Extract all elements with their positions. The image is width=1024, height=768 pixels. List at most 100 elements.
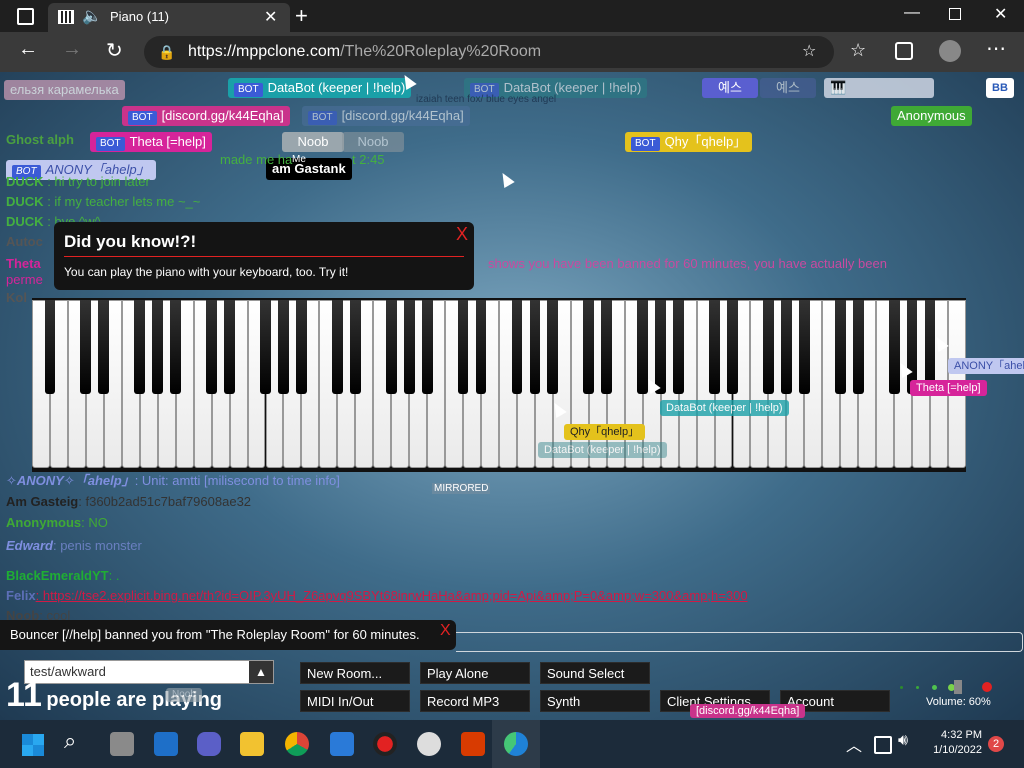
participant-tag[interactable]: Noob (342, 132, 404, 152)
black-key[interactable] (780, 300, 792, 394)
widgets-icon[interactable] (154, 732, 178, 756)
back-icon[interactable]: ← (18, 38, 38, 61)
add-favorite-icon[interactable]: ☆ (802, 36, 816, 68)
participant-tag[interactable]: 예스 (760, 78, 816, 98)
refresh-icon[interactable]: ↻ (106, 38, 123, 63)
address-bar-row: ← → ↻ 🔒 https://mppclone.com/The%20Rolep… (0, 32, 1024, 72)
window-close-icon[interactable]: ✕ (994, 4, 1007, 24)
play-alone-button[interactable]: Play Alone (420, 662, 530, 684)
participant-tag[interactable]: ельзя карамелька (4, 80, 125, 100)
tray-chevron-icon[interactable]: ︿ (846, 732, 862, 756)
black-key[interactable] (763, 300, 774, 394)
black-key[interactable] (260, 300, 271, 394)
black-key[interactable] (206, 300, 217, 394)
black-key[interactable] (888, 300, 900, 394)
participant-tag[interactable]: BOT DataBot (keeper | !help) (228, 78, 412, 98)
black-key[interactable] (152, 300, 164, 394)
teams-chat-icon[interactable] (197, 732, 221, 756)
collections-icon[interactable] (895, 42, 913, 60)
participant-tag[interactable]: BB (986, 78, 1014, 98)
black-key[interactable] (134, 300, 146, 394)
black-key[interactable] (852, 300, 864, 394)
sound-select-button[interactable]: Sound Select (540, 662, 650, 684)
profile-avatar[interactable] (939, 40, 961, 62)
more-icon[interactable]: ⋯ (986, 36, 1006, 61)
chrome-icon[interactable] (285, 732, 309, 756)
black-key[interactable] (727, 300, 738, 394)
black-key[interactable] (385, 300, 397, 394)
did-you-know-tooltip: Did you know!?! You can play the piano w… (54, 222, 474, 290)
black-key[interactable] (80, 300, 92, 394)
black-key[interactable] (655, 300, 667, 394)
black-key[interactable] (349, 300, 361, 394)
participant-sprite: 🎹 (830, 80, 847, 95)
room-dropdown-icon[interactable]: ▲ (249, 661, 273, 683)
url-field[interactable]: 🔒 https://mppclone.com/The%20Roleplay%20… (144, 36, 834, 68)
minimize-icon[interactable]: — (904, 4, 920, 22)
tab-actions-icon[interactable] (17, 8, 34, 25)
chat-input[interactable] (456, 632, 1023, 652)
xbox-icon[interactable] (417, 732, 441, 756)
record-app-icon[interactable] (373, 732, 397, 756)
volume-meter[interactable] (900, 680, 994, 694)
participant-tag[interactable]: 🎹 (824, 78, 934, 98)
volume-icon[interactable]: 🔊︎ (898, 732, 908, 750)
record-mp3-button[interactable]: Record MP3 (420, 690, 530, 712)
notification-close-button[interactable]: X (440, 616, 451, 646)
synth-button[interactable]: Synth (540, 690, 650, 712)
black-key[interactable] (798, 300, 810, 394)
black-key[interactable] (475, 300, 487, 394)
black-key[interactable] (331, 300, 343, 394)
black-key[interactable] (278, 300, 289, 394)
tab-piano[interactable]: 🔈 Piano (11) ✕ (48, 3, 290, 32)
tooltip-close-button[interactable]: X (456, 224, 468, 245)
black-key[interactable] (547, 300, 559, 394)
black-key[interactable] (601, 300, 613, 394)
windows-start-icon[interactable] (22, 734, 44, 756)
new-room-button[interactable]: New Room... (300, 662, 410, 684)
black-key[interactable] (583, 300, 595, 394)
clock[interactable]: 4:32 PM 1/10/2022 (930, 728, 982, 758)
favorites-icon[interactable]: ☆ (850, 40, 866, 61)
black-key[interactable] (44, 300, 56, 394)
participant-tag[interactable]: Anonymous (891, 106, 972, 126)
participant-tag[interactable]: 예스 (702, 78, 758, 98)
task-view-icon[interactable] (110, 732, 134, 756)
browser-tab-bar: 🔈 Piano (11) ✕ + — ✕ (0, 0, 1024, 32)
new-tab-icon[interactable]: + (295, 3, 308, 29)
black-key[interactable] (98, 300, 110, 394)
black-key[interactable] (457, 300, 469, 394)
black-key[interactable] (421, 300, 433, 394)
tab-close-icon[interactable]: ✕ (264, 7, 277, 27)
volume-knob[interactable] (954, 680, 962, 694)
speaker-icon[interactable]: 🔈 (82, 6, 102, 26)
network-icon[interactable] (874, 736, 892, 754)
clock-time: 4:32 PM (941, 729, 982, 741)
midi-button[interactable]: MIDI In/Out (300, 690, 410, 712)
restore-icon[interactable] (949, 8, 961, 20)
participant-tag[interactable]: BOT [discord.gg/k44Eqha] (302, 106, 470, 126)
black-key[interactable] (296, 300, 307, 394)
store-icon[interactable] (330, 732, 354, 756)
chat-line[interactable]: Felix: https://tse2.explicit.bing.net/th… (6, 588, 748, 603)
black-key[interactable] (511, 300, 523, 394)
piano-keyboard[interactable] (32, 298, 966, 472)
black-key[interactable] (673, 300, 684, 394)
chat-line: BlackEmeraldYT: . (6, 568, 120, 583)
participant-tag[interactable]: BOT [discord.gg/k44Eqha] (122, 106, 290, 126)
black-key[interactable] (709, 300, 720, 394)
black-key[interactable] (403, 300, 415, 394)
forward-icon[interactable]: → (62, 38, 82, 61)
search-icon[interactable]: ⌕ (64, 728, 76, 754)
file-explorer-icon[interactable] (240, 732, 264, 756)
black-key[interactable] (529, 300, 541, 394)
black-key[interactable] (224, 300, 235, 394)
chat-line: Autoc (6, 234, 43, 249)
black-key[interactable] (834, 300, 846, 394)
black-key[interactable] (170, 300, 182, 394)
participant-tag[interactable]: BOT Qhy「qhelp」 (625, 132, 753, 152)
participant-tag[interactable]: BOT Theta [=help] (90, 132, 212, 152)
notification-badge[interactable]: 2 (988, 736, 1004, 752)
office-icon[interactable] (461, 732, 485, 756)
participant-tag[interactable]: Noob (282, 132, 344, 152)
